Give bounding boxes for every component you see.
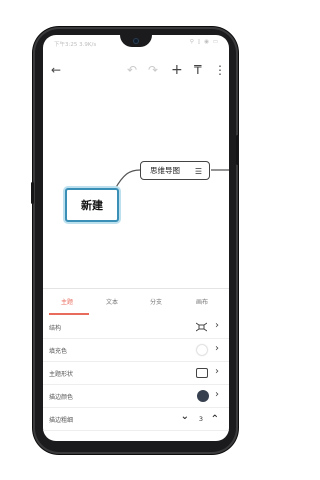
panel-divider — [43, 288, 229, 289]
redo-icon[interactable]: ↷ — [148, 63, 158, 77]
row-label-structure: 结构 — [49, 325, 62, 332]
volume-button — [31, 182, 34, 204]
stroke-color-swatch[interactable] — [197, 390, 209, 402]
more-icon[interactable]: ⋮ — [214, 63, 226, 77]
note-lines-icon[interactable]: ☰ — [195, 167, 202, 176]
status-time: 下午3:25 3.9K/s — [54, 42, 97, 48]
chevron-right-icon: › — [215, 320, 219, 331]
front-camera — [133, 38, 139, 44]
style-icon[interactable]: ₸ — [194, 63, 202, 77]
increase-icon[interactable]: ⌃ — [211, 414, 219, 425]
stroke-width-value: 3 — [198, 415, 203, 423]
tab-text[interactable]: 文本 — [106, 297, 118, 306]
tab-canvas[interactable]: 画布 — [196, 297, 208, 306]
row-label-stroke-color: 描边颜色 — [49, 394, 74, 401]
structure-icon — [196, 322, 207, 332]
row-stroke-width: 描边粗细 ⌄ 3 ⌃ — [43, 408, 229, 431]
decrease-icon[interactable]: ⌄ — [181, 411, 189, 422]
fill-color-swatch[interactable] — [197, 345, 207, 355]
style-tabs: 主题 文本 分支 画布 — [43, 291, 229, 315]
chevron-right-icon: › — [215, 389, 219, 400]
undo-icon[interactable]: ↶ — [127, 63, 137, 77]
row-fill-color[interactable]: 填充色 › — [43, 339, 229, 362]
tab-topic[interactable]: 主题 — [61, 297, 73, 306]
row-topic-shape[interactable]: 主题形状 › — [43, 362, 229, 385]
chevron-right-icon: › — [215, 366, 219, 377]
row-label-topic-shape: 主题形状 — [49, 371, 74, 378]
row-structure[interactable]: 结构 › — [43, 316, 229, 339]
shape-rect-icon — [196, 368, 208, 378]
child-topic-node[interactable]: 思维导图 ☰ — [140, 161, 210, 180]
add-icon[interactable]: + — [171, 63, 183, 77]
back-icon[interactable]: ← — [51, 63, 61, 77]
active-tab-indicator — [49, 313, 89, 315]
top-toolbar: ← ↶ ↷ + ₸ ⋮ — [43, 61, 229, 81]
mind-map-canvas[interactable]: 新建 思维导图 ☰ — [43, 85, 229, 290]
root-topic-label: 新建 — [81, 199, 103, 212]
child-topic-label: 思维导图 — [150, 166, 180, 175]
tab-branch[interactable]: 分支 — [150, 297, 162, 306]
row-stroke-color[interactable]: 描边颜色 › — [43, 385, 229, 408]
row-label-stroke-width: 描边粗细 — [49, 417, 74, 424]
screen: 下午3:25 3.9K/s ⚲ ▯ ◉ ▭ ← ↶ ↷ + ₸ ⋮ 新建 思维导… — [43, 35, 229, 441]
power-button — [236, 135, 239, 165]
chevron-right-icon: › — [215, 343, 219, 354]
row-label-fill-color: 填充色 — [49, 348, 68, 355]
root-topic-node[interactable]: 新建 — [65, 188, 119, 222]
status-icons: ⚲ ▯ ◉ ▭ — [189, 39, 219, 45]
